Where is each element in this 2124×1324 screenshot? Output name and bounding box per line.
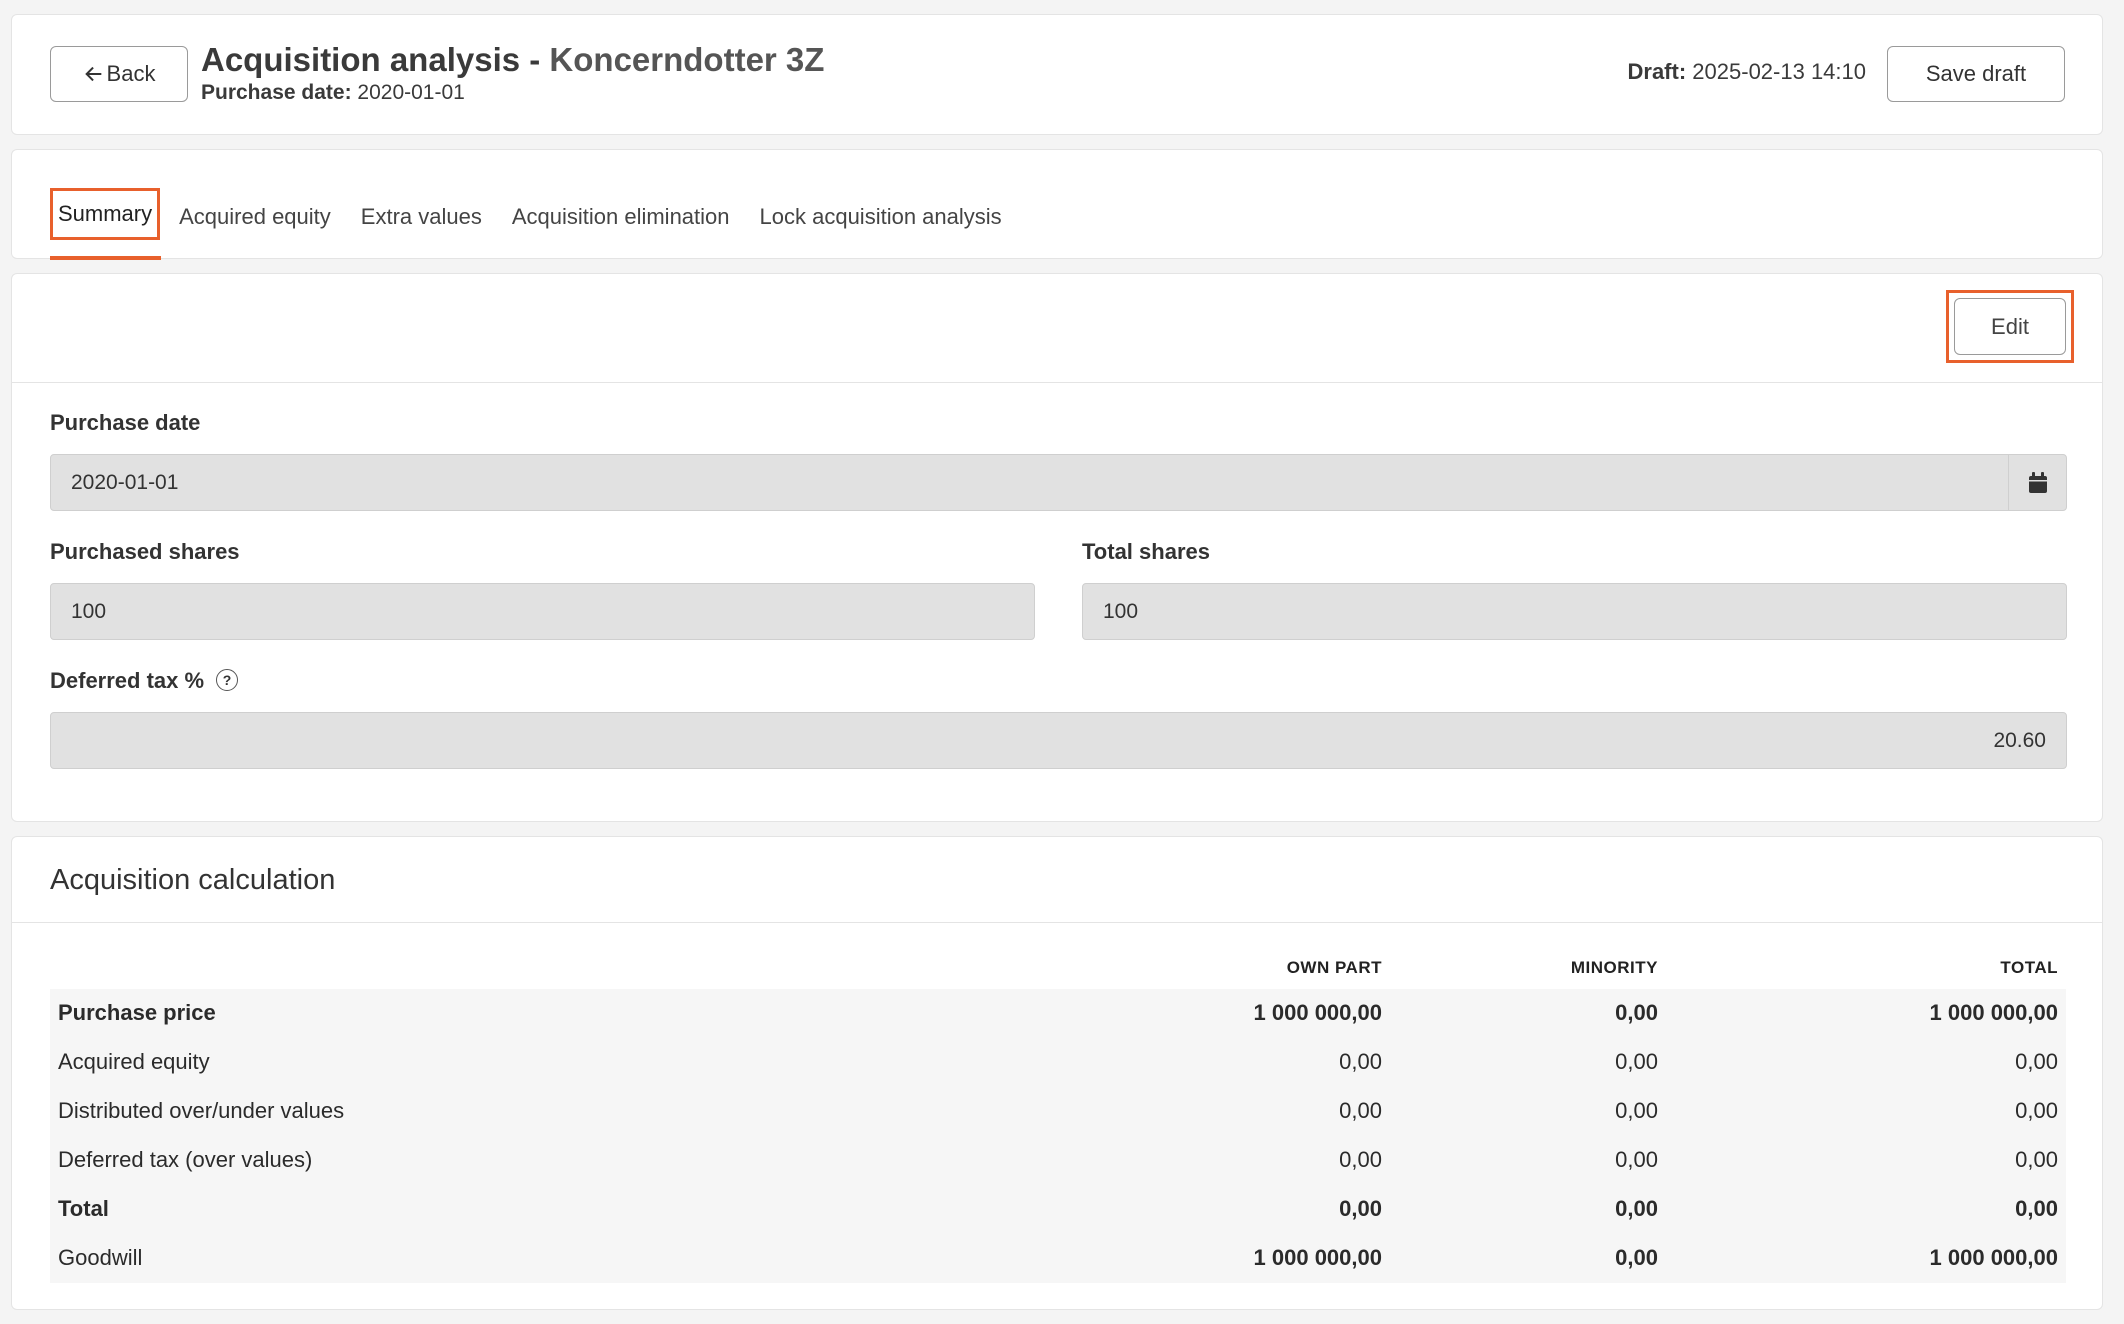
cell-own-part: 1 000 000,00 <box>1253 1000 1382 1025</box>
table-row: Total 0,00 0,00 0,00 <box>50 1185 2066 1234</box>
column-header-minority: MINORITY <box>1570 958 1658 977</box>
purchased-shares-value: 100 <box>71 599 107 623</box>
cell-total: 0,00 <box>2015 1196 2058 1221</box>
cell-minority: 0,00 <box>1615 1196 1658 1221</box>
form-toolbar: Edit <box>12 274 2102 383</box>
tab-list: Summary Acquired equity Extra values Acq… <box>50 174 1017 260</box>
table-row: Distributed over/under values 0,00 0,00 … <box>50 1087 2066 1136</box>
cell-own-part: 0,00 <box>1339 1196 1382 1221</box>
calculation-title: Acquisition calculation <box>50 864 336 896</box>
tab-acquisition-elimination[interactable]: Acquisition elimination <box>497 174 745 260</box>
cell-minority: 0,00 <box>1615 1049 1658 1074</box>
tab-lock-acquisition-analysis-label: Lock acquisition analysis <box>759 204 1002 229</box>
tab-extra-values[interactable]: Extra values <box>346 174 497 260</box>
back-button[interactable]: Back <box>50 46 188 102</box>
cell-minority: 0,00 <box>1615 1245 1658 1270</box>
purchased-shares-field[interactable]: 100 <box>50 583 1035 640</box>
row-label: Deferred tax (over values) <box>58 1147 313 1172</box>
row-label: Acquired equity <box>58 1049 210 1074</box>
save-draft-button[interactable]: Save draft <box>1887 46 2065 102</box>
row-label: Distributed over/under values <box>58 1098 345 1123</box>
back-button-label: Back <box>106 61 156 86</box>
table-body: Purchase price 1 000 000,00 0,00 1 000 0… <box>50 989 2066 1283</box>
calendar-icon <box>2028 471 2047 493</box>
edit-button-highlight: Edit <box>1946 290 2074 363</box>
row-label: Purchase price <box>58 1000 216 1025</box>
cell-total: 0,00 <box>2015 1098 2058 1123</box>
cell-total: 1 000 000,00 <box>1929 1000 2058 1025</box>
calendar-button[interactable] <box>2008 455 2066 510</box>
purchase-date-subtitle: Purchase date: 2020-01-01 <box>201 81 824 105</box>
table-header: OWN PART MINORITY TOTAL <box>50 958 2066 985</box>
tab-acquired-equity[interactable]: Acquired equity <box>164 174 346 260</box>
deferred-tax-label: Deferred tax %? <box>50 668 239 694</box>
total-shares-label: Total shares <box>1082 539 1210 564</box>
company-name: Koncerndotter 3Z <box>549 41 825 78</box>
cell-own-part: 1 000 000,00 <box>1253 1245 1382 1270</box>
page-title: Acquisition analysis - Koncerndotter 3Z <box>201 41 824 79</box>
title-block: Acquisition analysis - Koncerndotter 3Z … <box>201 41 824 105</box>
cell-total: 0,00 <box>2015 1147 2058 1172</box>
tab-lock-acquisition-analysis[interactable]: Lock acquisition analysis <box>745 174 1017 260</box>
arrow-left-icon <box>84 66 101 82</box>
cell-minority: 0,00 <box>1615 1147 1658 1172</box>
tab-acquired-equity-label: Acquired equity <box>179 204 331 229</box>
tab-bar: Summary Acquired equity Extra values Acq… <box>11 149 2103 260</box>
cell-total: 1 000 000,00 <box>1929 1245 2058 1270</box>
deferred-tax-label-text: Deferred tax % <box>50 668 205 693</box>
deferred-tax-field[interactable]: 20.60 <box>50 712 2067 769</box>
cell-own-part: 0,00 <box>1339 1049 1382 1074</box>
purchased-shares-label: Purchased shares <box>50 539 240 564</box>
cell-own-part: 0,00 <box>1339 1147 1382 1172</box>
column-header-own-part: OWN PART <box>1286 958 1382 977</box>
draft-timestamp: Draft: 2025-02-13 14:10 <box>1628 59 1867 85</box>
deferred-tax-value: 20.60 <box>1993 728 2046 752</box>
table-row: Goodwill 1 000 000,00 0,00 1 000 000,00 <box>50 1234 2066 1283</box>
purchase-date-subtitle-value: 2020-01-01 <box>357 80 465 104</box>
calculation-table: OWN PART MINORITY TOTAL Purchase price 1… <box>50 958 2066 1283</box>
table-row: Purchase price 1 000 000,00 0,00 1 000 0… <box>50 989 2066 1038</box>
divider <box>12 922 2102 923</box>
draft-label: Draft: <box>1627 59 1687 84</box>
total-shares-field[interactable]: 100 <box>1082 583 2067 640</box>
purchase-date-subtitle-label: Purchase date: <box>201 80 352 104</box>
draft-value: 2025-02-13 14:10 <box>1692 59 1866 84</box>
acquisition-calculation-card: Acquisition calculation OWN PART MINORIT… <box>11 836 2103 1310</box>
column-header-total: TOTAL <box>2000 958 2058 977</box>
tab-summary-label: Summary <box>50 188 161 240</box>
edit-button[interactable]: Edit <box>1954 298 2066 355</box>
table-row: Acquired equity 0,00 0,00 0,00 <box>50 1038 2066 1087</box>
purchase-date-label: Purchase date <box>50 410 201 435</box>
purchase-date-value: 2020-01-01 <box>71 470 179 494</box>
help-icon[interactable]: ? <box>216 669 239 692</box>
cell-total: 0,00 <box>2015 1049 2058 1074</box>
page-title-prefix: Acquisition analysis - <box>201 41 550 78</box>
cell-minority: 0,00 <box>1615 1000 1658 1025</box>
tab-summary[interactable]: Summary <box>50 174 164 260</box>
cell-minority: 0,00 <box>1615 1098 1658 1123</box>
table-row: Deferred tax (over values) 0,00 0,00 0,0… <box>50 1136 2066 1185</box>
tab-extra-values-label: Extra values <box>360 204 482 229</box>
summary-form: Edit Purchase date 2020-01-01 Purchased … <box>11 273 2103 822</box>
purchase-date-field[interactable]: 2020-01-01 <box>50 454 2067 511</box>
page-header: Back Acquisition analysis - Koncerndotte… <box>11 14 2103 135</box>
cell-own-part: 0,00 <box>1339 1098 1382 1123</box>
row-label: Total <box>58 1196 109 1221</box>
row-label: Goodwill <box>58 1245 143 1270</box>
tab-acquisition-elimination-label: Acquisition elimination <box>511 204 730 229</box>
total-shares-value: 100 <box>1103 599 1139 623</box>
